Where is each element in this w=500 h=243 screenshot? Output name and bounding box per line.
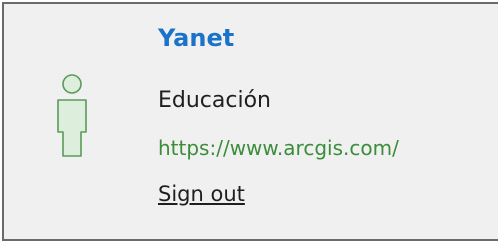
account-panel: Yanet Educación https://www.arcgis.com/ … <box>2 2 498 241</box>
user-icon <box>52 74 92 162</box>
portal-url-link[interactable]: https://www.arcgis.com/ <box>158 136 399 160</box>
organization-name: Educación <box>158 88 271 113</box>
sign-out-link[interactable]: Sign out <box>158 182 245 206</box>
user-name: Yanet <box>158 24 235 52</box>
